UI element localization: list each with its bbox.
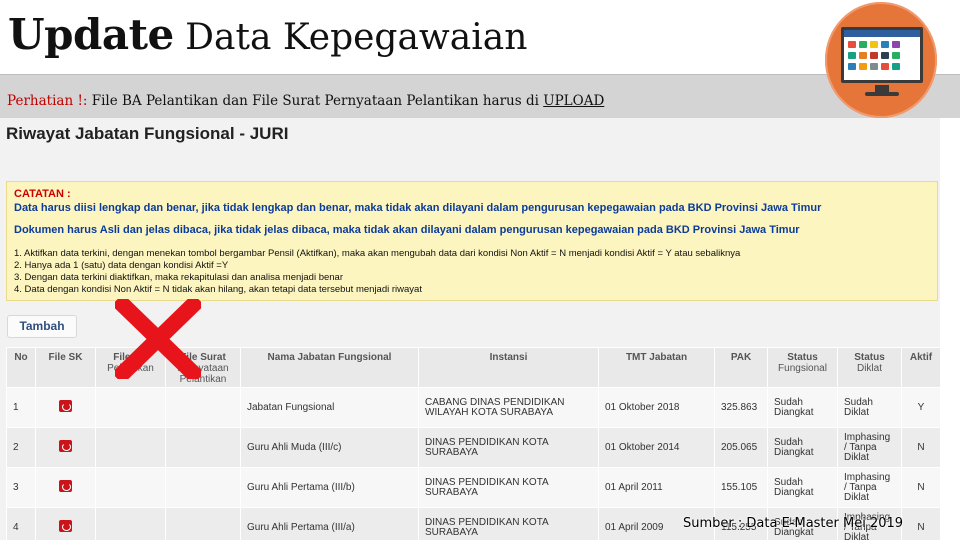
cell-status-fungsional: Sudah Diangkat (767, 427, 838, 468)
col-pak: PAK (714, 347, 768, 388)
missing-file-cross-icon (115, 299, 201, 379)
col-status-diklat: Status Diklat (837, 347, 902, 388)
cell-instansi: DINAS PENDIDIKAN KOTA SURABAYA (418, 507, 599, 540)
cell-status-fungsional: Sudah Diangkat (767, 387, 838, 428)
cell-jabatan: Guru Ahli Pertama (III/b) (240, 467, 419, 508)
cell-file-surat (165, 507, 241, 540)
cell-file-surat (165, 427, 241, 468)
cell-instansi: CABANG DINAS PENDIDIKAN WILAYAH KOTA SUR… (418, 387, 599, 428)
col-instansi: Instansi (418, 347, 599, 388)
notice-warning-label: Perhatian !: (7, 93, 88, 109)
catatan-notice-box: CATATAN : Data harus diisi lengkap dan b… (6, 181, 938, 301)
col-status-diklat-label: Status (854, 352, 885, 363)
col-status-fungsional-label: Status (787, 352, 818, 363)
cell-tmt: 01 April 2011 (598, 467, 715, 508)
cell-no: 2 (6, 427, 36, 468)
cell-status-diklat: Sudah Diklat (837, 387, 902, 428)
cell-status-diklat: Imphasing / Tanpa Diklat (837, 467, 902, 508)
cell-jabatan: Guru Ahli Muda (III/c) (240, 427, 419, 468)
col-no: No (6, 347, 36, 388)
catatan-line-2: Dokumen harus Asli dan jelas dibaca, jik… (14, 224, 800, 236)
notice-text: Perhatian !: File BA Pelantikan dan File… (7, 93, 604, 109)
cell-instansi: DINAS PENDIDIKAN KOTA SURABAYA (418, 467, 599, 508)
slide-title: Update Data Kepegawaian (8, 10, 527, 59)
page-heading: Riwayat Jabatan Fungsional - JURI (6, 124, 289, 143)
col-status-fungsional: Status Fungsional (767, 347, 838, 388)
cell-file-surat (165, 387, 241, 428)
cell-status-diklat: Imphasing / Tanpa Diklat (837, 427, 902, 468)
cell-pak: 155.105 (714, 467, 768, 508)
cell-aktif: Y (901, 387, 941, 428)
notice-bar: Perhatian !: File BA Pelantikan dan File… (0, 74, 960, 118)
cell-no: 3 (6, 467, 36, 508)
pdf-icon[interactable] (59, 440, 72, 452)
catatan-item: 4. Data dengan kondisi Non Aktif = N tid… (14, 284, 422, 295)
table-row: 2 Guru Ahli Muda (III/c) DINAS PENDIDIKA… (6, 427, 941, 468)
col-nama-jabatan: Nama Jabatan Fungsional (240, 347, 419, 388)
cell-tmt: 01 Oktober 2014 (598, 427, 715, 468)
monitor-screen-icon (841, 27, 923, 83)
cell-no: 4 (6, 507, 36, 540)
col-status-fungsional-sub: Fungsional (778, 363, 827, 374)
cell-jabatan: Jabatan Fungsional (240, 387, 419, 428)
monitor-base-icon (865, 92, 899, 96)
cell-file-sk (35, 507, 96, 540)
cell-pak: 205.065 (714, 427, 768, 468)
cell-file-surat (165, 467, 241, 508)
pdf-icon[interactable] (59, 400, 72, 412)
cell-file-sk (35, 467, 96, 508)
catatan-item: 1. Aktifkan data terkini, dengan menekan… (14, 248, 741, 259)
cell-aktif: N (901, 507, 941, 540)
col-file-sk: File SK (35, 347, 96, 388)
cell-file-ba (95, 507, 166, 540)
cell-pak: 325.863 (714, 387, 768, 428)
pdf-icon[interactable] (59, 520, 72, 532)
cell-aktif: N (901, 427, 941, 468)
tambah-button[interactable]: Tambah (7, 315, 77, 338)
table-row: 1 Jabatan Fungsional CABANG DINAS PENDID… (6, 387, 941, 428)
notice-body: File BA Pelantikan dan File Surat Pernya… (87, 93, 544, 109)
catatan-list: 1. Aktifkan data terkini, dengan menekan… (14, 248, 740, 296)
monitor-illustration (825, 2, 937, 118)
cell-status-fungsional: Sudah Diangkat (767, 467, 838, 508)
slide-title-rest: Data Kepegawaian (173, 17, 528, 58)
cell-file-sk (35, 387, 96, 428)
cell-aktif: N (901, 467, 941, 508)
catatan-line-1: Data harus diisi lengkap dan benar, jika… (14, 202, 822, 214)
pdf-icon[interactable] (59, 480, 72, 492)
cell-file-ba (95, 427, 166, 468)
source-caption: Sumber : Data E-Master Mei 2019 (683, 516, 904, 531)
cell-file-sk (35, 427, 96, 468)
cell-file-ba (95, 387, 166, 428)
col-tmt-jabatan: TMT Jabatan (598, 347, 715, 388)
catatan-item: 2. Hanya ada 1 (satu) data dengan kondis… (14, 260, 229, 271)
cell-tmt: 01 Oktober 2018 (598, 387, 715, 428)
cell-jabatan: Guru Ahli Pertama (III/a) (240, 507, 419, 540)
cell-file-ba (95, 467, 166, 508)
notice-upload-word: UPLOAD (543, 93, 605, 109)
catatan-title: CATATAN : (14, 188, 71, 200)
cell-no: 1 (6, 387, 36, 428)
cell-instansi: DINAS PENDIDIKAN KOTA SURABAYA (418, 427, 599, 468)
col-aktif: Aktif (901, 347, 941, 388)
catatan-item: 3. Dengan data terkini diaktifkan, maka … (14, 272, 344, 283)
table-row: 3 Guru Ahli Pertama (III/b) DINAS PENDID… (6, 467, 941, 508)
col-status-diklat-sub: Diklat (856, 363, 882, 374)
slide-title-strong: Update (8, 10, 174, 59)
